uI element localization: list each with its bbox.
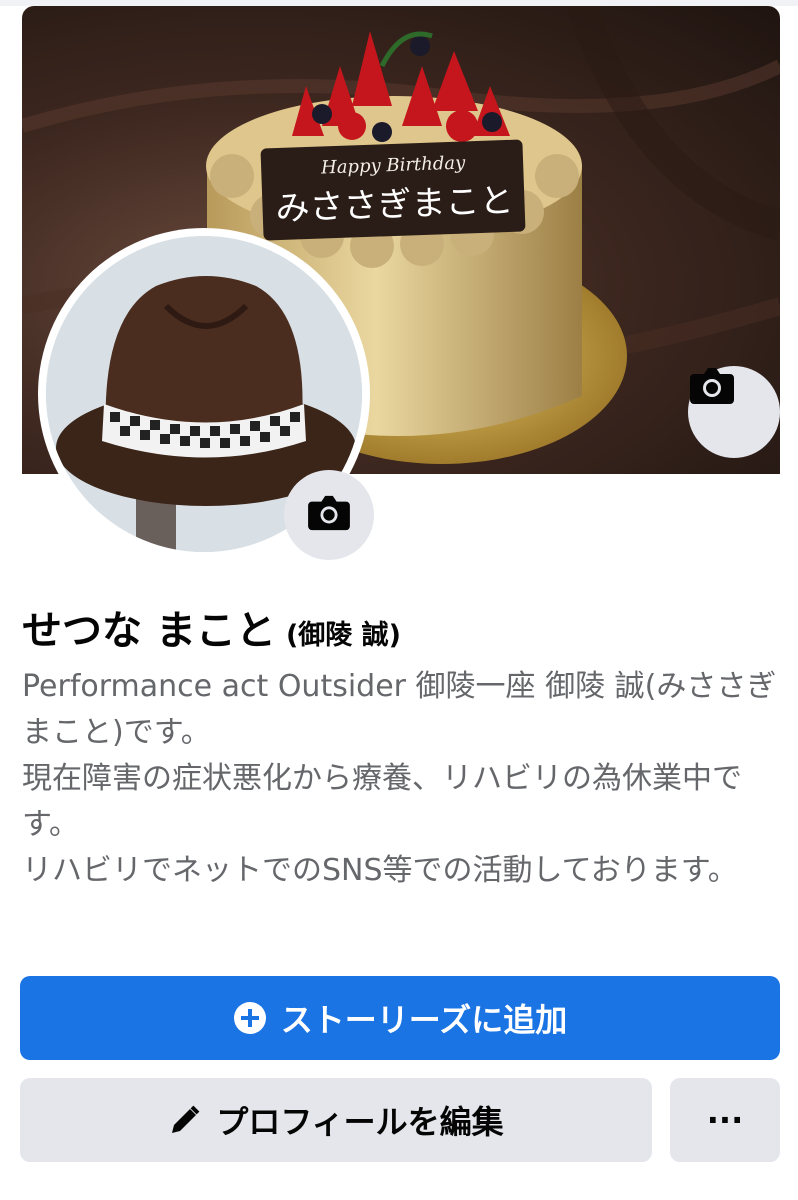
profile-name: せつな まこと (22, 608, 276, 654)
profile-name-row: せつな まこと (御陵 誠) (22, 598, 401, 656)
more-icon: ··· (706, 1101, 744, 1139)
avatar-camera-button[interactable] (284, 470, 374, 560)
more-options-button[interactable]: ··· (670, 1078, 780, 1162)
plaque-main-text: みささぎまこと (275, 181, 514, 229)
add-to-story-label: ストーリーズに追加 (280, 1001, 568, 1039)
cover-camera-button[interactable] (688, 366, 780, 458)
profile-alt-name: (御陵 誠) (285, 620, 402, 651)
pencil-icon (168, 1103, 202, 1137)
add-to-story-button[interactable]: ストーリーズに追加 (20, 976, 780, 1060)
edit-profile-button[interactable]: プロフィールを編集 (20, 1078, 652, 1162)
profile-bio: Performance act Outsider 御陵一座 御陵 誠(みささぎ … (22, 669, 777, 888)
camera-icon (306, 494, 352, 536)
edit-profile-label: プロフィールを編集 (216, 1103, 504, 1141)
plus-circle-icon (233, 1001, 267, 1035)
